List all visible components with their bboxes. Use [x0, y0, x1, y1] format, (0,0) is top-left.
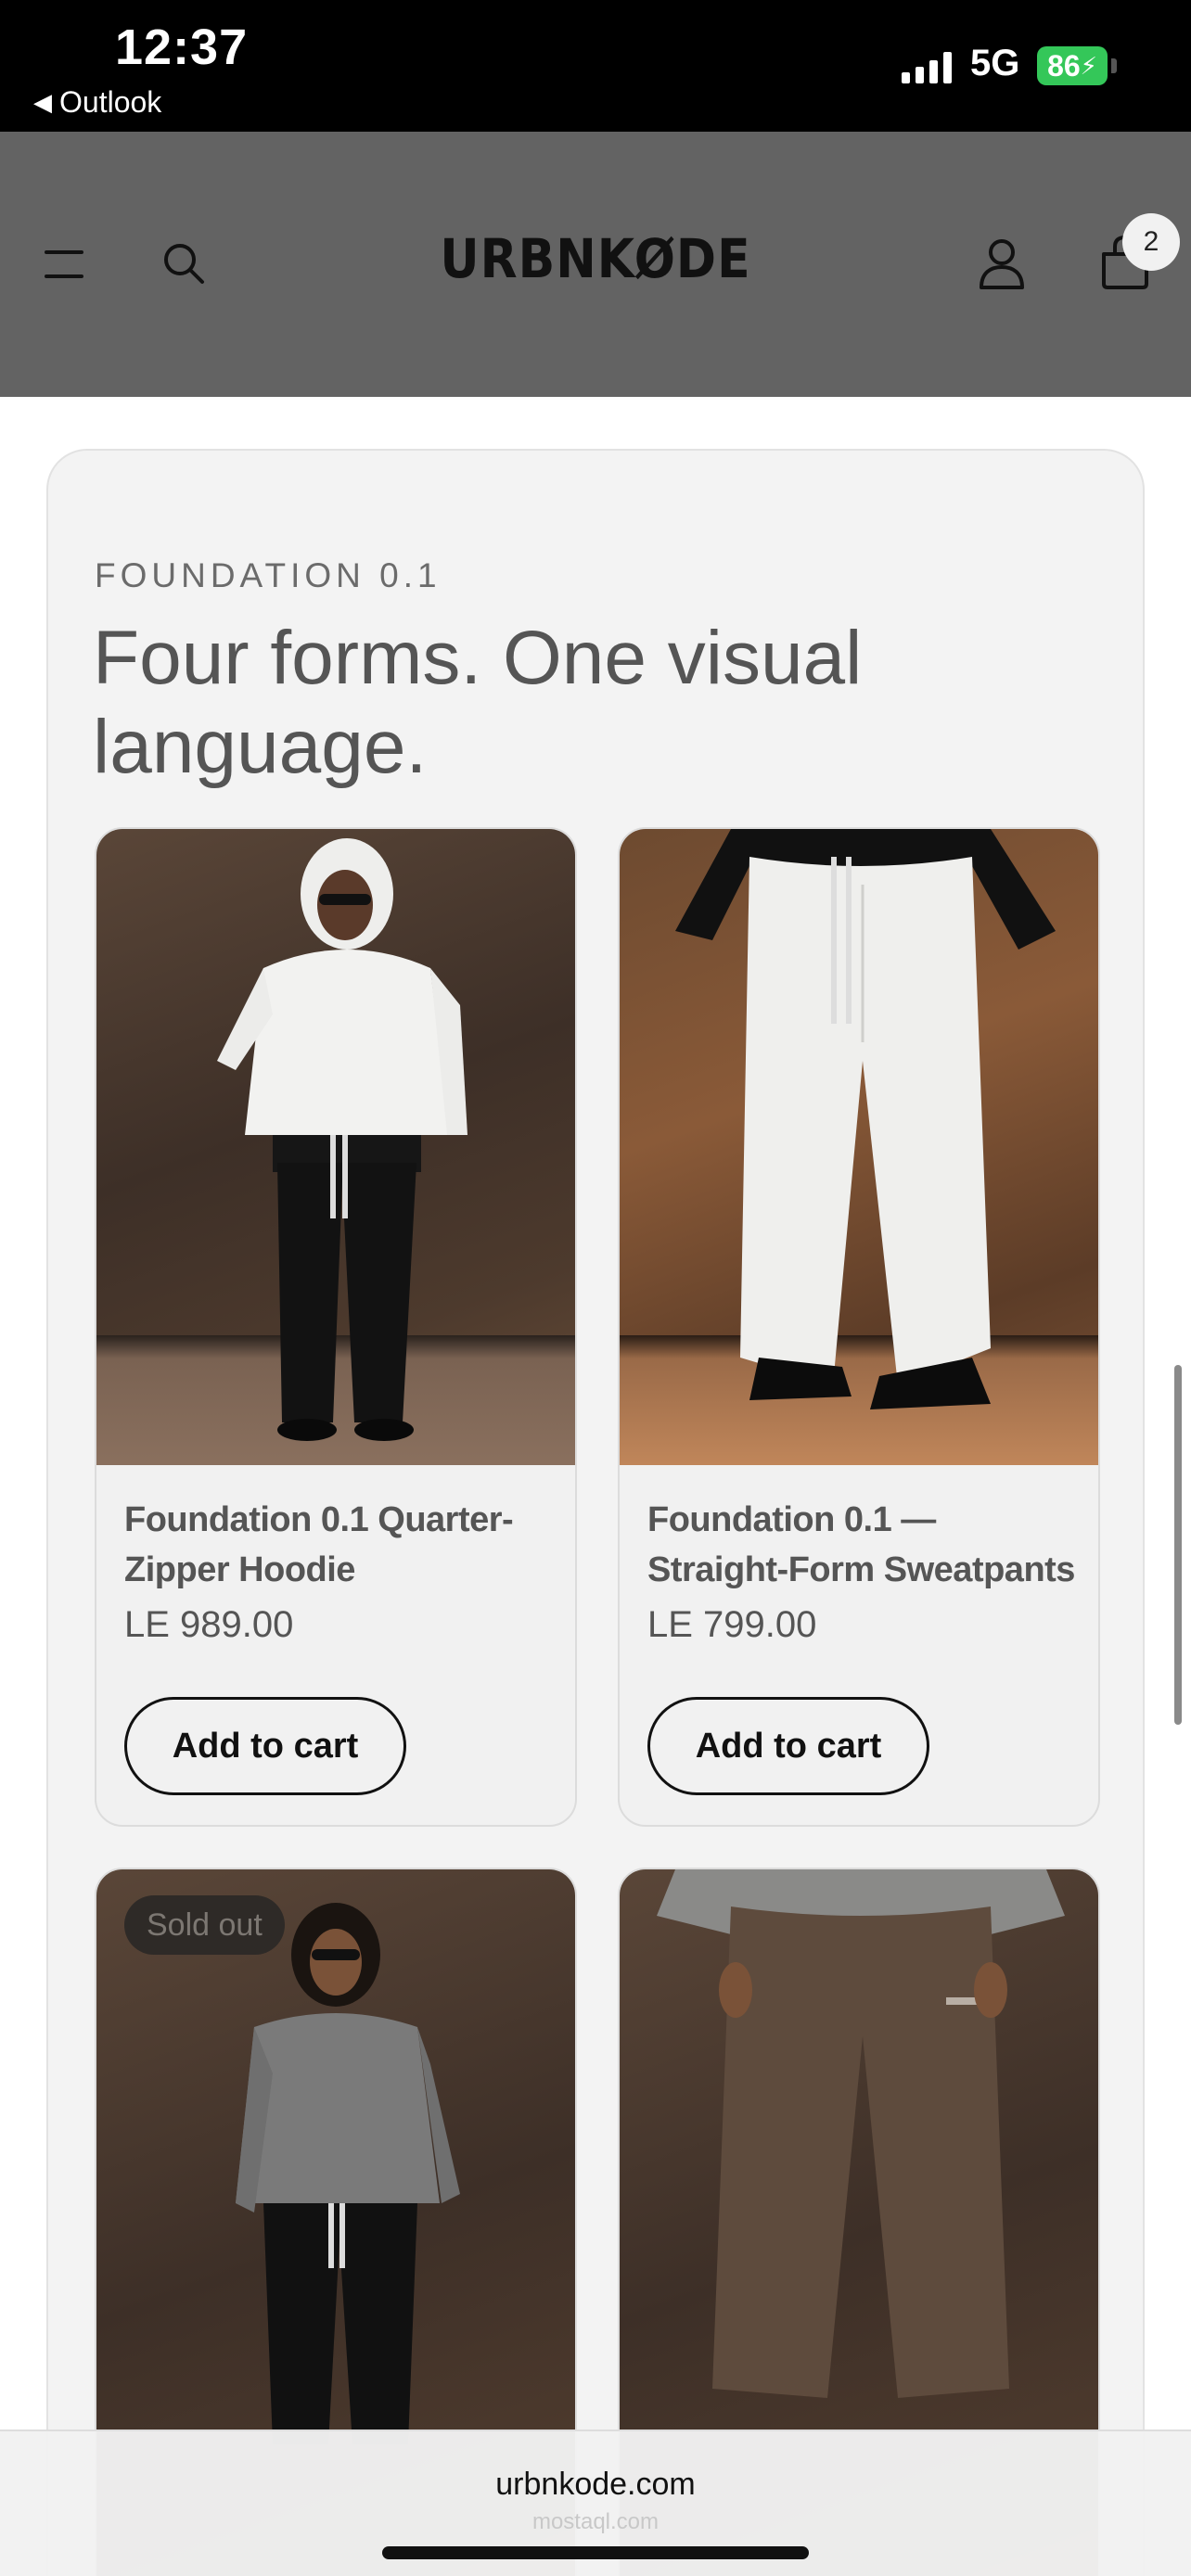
battery-level: 86	[1047, 48, 1081, 83]
sold-out-badge: Sold out	[124, 1895, 285, 1955]
cart-count-badge: 2	[1122, 213, 1180, 271]
product-card[interactable]: Foundation 0.1 — Straight-Form Sweatpant…	[618, 827, 1100, 1827]
back-app-label: Outlook	[59, 85, 162, 119]
collection-eyebrow: FOUNDATION 0.1	[95, 556, 442, 594]
add-to-cart-button[interactable]: Add to cart	[124, 1697, 406, 1795]
add-to-cart-button[interactable]: Add to cart	[647, 1697, 929, 1795]
status-time: 12:37	[115, 19, 249, 75]
product-price: LE 799.00	[647, 1604, 817, 1645]
battery-icon: 86 ⚡	[1037, 46, 1108, 85]
charging-bolt-icon: ⚡	[1080, 51, 1097, 80]
product-name[interactable]: Foundation 0.1 Quarter-Zipper Hoodie	[124, 1495, 560, 1595]
page: 12:37 ◀ Outlook 5G 86 ⚡ URBNKØDE 2 FOUND…	[0, 0, 1191, 2576]
browser-address-bar[interactable]: urbnkode.com mostaql.com	[0, 2429, 1191, 2576]
site-header: URBNKØDE 2	[0, 132, 1191, 397]
back-triangle-icon: ◀	[33, 88, 52, 116]
account-icon[interactable]	[978, 237, 1026, 289]
url-text[interactable]: urbnkode.com	[0, 2467, 1191, 2503]
white-sweatpants-photo[interactable]	[620, 829, 1098, 1465]
battery-tip	[1111, 58, 1117, 73]
product-price: LE 989.00	[124, 1604, 294, 1645]
home-indicator[interactable]	[382, 2546, 809, 2559]
model-white-hoodie-photo[interactable]	[96, 829, 575, 1465]
product-name[interactable]: Foundation 0.1 — Straight-Form Sweatpant…	[647, 1495, 1083, 1595]
scrollbar[interactable]	[1174, 1365, 1182, 1725]
back-to-app-link[interactable]: ◀ Outlook	[33, 85, 161, 120]
product-card[interactable]: Foundation 0.1 Quarter-Zipper Hoodie LE …	[95, 827, 577, 1827]
watermark-text: mostaql.com	[531, 2509, 660, 2534]
collection-headline: Four forms. One visual language.	[93, 616, 863, 789]
signal-strength-icon	[902, 52, 952, 83]
collection-section: FOUNDATION 0.1 Four forms. One visual la…	[46, 449, 1145, 2576]
network-type: 5G	[970, 43, 1020, 83]
status-bar: 12:37 ◀ Outlook 5G 86 ⚡	[0, 0, 1191, 132]
